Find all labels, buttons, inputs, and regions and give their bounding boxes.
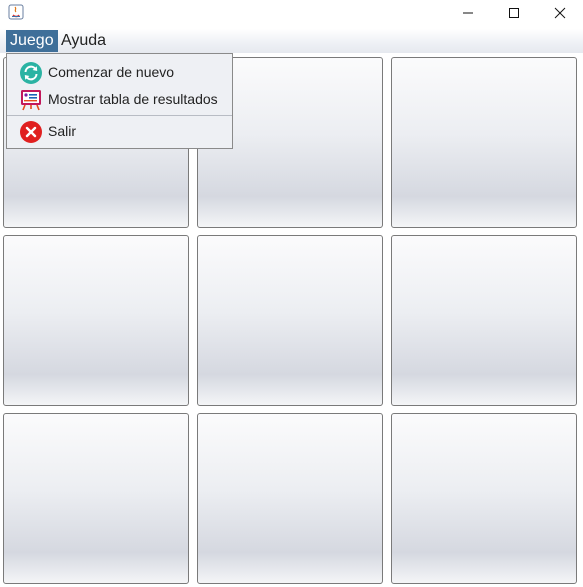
menu-ayuda[interactable]: Ayuda: [57, 30, 110, 52]
menu-item-mostrar-tabla-de-resultados[interactable]: Mostrar tabla de resultados: [7, 86, 232, 112]
menu-juego[interactable]: Juego: [6, 30, 58, 52]
refresh-icon: [19, 61, 43, 85]
board-cell-2-3[interactable]: [391, 235, 577, 406]
menu-item-comenzar-de-nuevo[interactable]: Comenzar de nuevo: [7, 59, 232, 85]
board-cell-1-3[interactable]: [391, 57, 577, 228]
minimize-button[interactable]: [445, 0, 491, 25]
board-cell-2-1[interactable]: [3, 235, 189, 406]
menu-separator: [7, 115, 232, 116]
java-app-icon: [8, 4, 24, 20]
close-button[interactable]: [537, 0, 583, 25]
scoreboard-icon: [19, 88, 43, 112]
menu-item-label: Comenzar de nuevo: [48, 64, 175, 80]
title-bar: [0, 0, 583, 25]
board-cell-2-2[interactable]: [197, 235, 383, 406]
menu-item-salir[interactable]: Salir: [7, 118, 232, 144]
juego-dropdown-menu: Comenzar de nuevo Mostrar tabla de resul…: [6, 53, 233, 149]
menu-item-label: Mostrar tabla de resultados: [48, 91, 218, 107]
board-cell-3-1[interactable]: [3, 413, 189, 584]
board-cell-3-3[interactable]: [391, 413, 577, 584]
minimize-icon: [463, 12, 473, 13]
maximize-icon: [509, 7, 519, 18]
menu-item-label: Salir: [48, 123, 77, 139]
menu-bar: Juego Ayuda: [0, 29, 583, 53]
board-cell-3-2[interactable]: [197, 413, 383, 584]
exit-icon: [19, 120, 43, 144]
close-icon: [554, 7, 566, 18]
maximize-button[interactable]: [491, 0, 537, 25]
